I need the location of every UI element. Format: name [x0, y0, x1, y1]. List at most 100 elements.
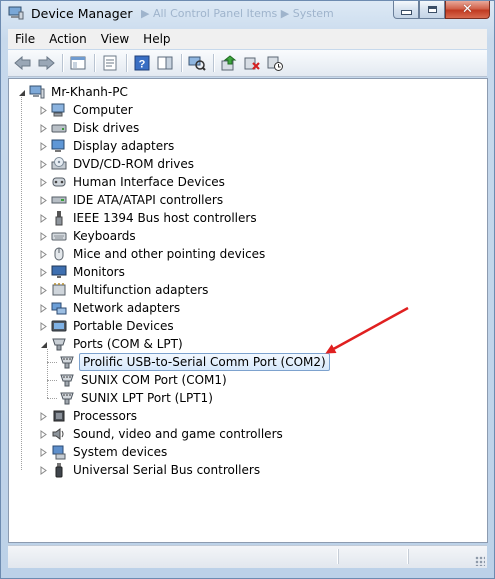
- serial-port-icon: [59, 372, 75, 388]
- toolbar-separator: [213, 54, 214, 72]
- tree-item-label: Mice and other pointing devices: [73, 247, 266, 261]
- tree-item-category[interactable]: DVD/CD-ROM drives: [39, 155, 196, 173]
- tree-item-category[interactable]: Multifunction adapters: [39, 281, 210, 299]
- tree-connector-line: [47, 398, 57, 399]
- svg-text:?: ?: [139, 59, 146, 71]
- device-tree[interactable]: Mr-Khanh-PC Computer Disk drives Display ad…: [8, 78, 488, 543]
- uninstall-button[interactable]: [241, 53, 263, 73]
- computer-icon: [51, 102, 67, 118]
- menu-file[interactable]: File: [8, 32, 42, 46]
- tree-item-label: IDE ATA/ATAPI controllers: [73, 193, 224, 207]
- serial-port-icon: [59, 354, 75, 370]
- tree-item-label: Multifunction adapters: [73, 283, 209, 297]
- collapsed-arrow-icon[interactable]: [39, 141, 48, 151]
- collapsed-arrow-icon[interactable]: [39, 177, 48, 187]
- tree-item-category[interactable]: Universal Serial Bus controllers: [39, 461, 262, 479]
- tree-root[interactable]: Mr-Khanh-PC: [17, 83, 130, 101]
- resize-grip[interactable]: [475, 556, 485, 566]
- tree-connector-line: [47, 380, 57, 381]
- back-icon: [14, 56, 31, 70]
- collapsed-arrow-icon[interactable]: [39, 267, 48, 277]
- title-bar[interactable]: Device Manager ▶ All Control Panel Items…: [1, 1, 494, 27]
- collapsed-arrow-icon[interactable]: [39, 231, 48, 241]
- tree-item-category[interactable]: Monitors: [39, 263, 127, 281]
- device-manager-window: Device Manager ▶ All Control Panel Items…: [0, 0, 495, 579]
- tree-item-category[interactable]: Mice and other pointing devices: [39, 245, 267, 263]
- toolbar-separator: [126, 54, 127, 72]
- tree-item-category[interactable]: Portable Devices: [39, 317, 176, 335]
- scan-hardware-icon: [188, 56, 206, 71]
- tree-item-port-device[interactable]: SUNIX LPT Port (LPT1): [59, 389, 215, 407]
- tree-item-category[interactable]: Display adapters: [39, 137, 176, 155]
- collapsed-arrow-icon[interactable]: [39, 249, 48, 259]
- tree-item-port-device[interactable]: Prolific USB-to-Serial Comm Port (COM2): [59, 353, 330, 371]
- minimize-button[interactable]: [393, 1, 419, 19]
- tree-connector-line: [47, 362, 57, 363]
- menu-help[interactable]: Help: [136, 32, 177, 46]
- menu-action[interactable]: Action: [42, 32, 94, 46]
- action-pane-button[interactable]: [154, 53, 176, 73]
- collapsed-arrow-icon[interactable]: [39, 105, 48, 115]
- show-hide-console-tree-button[interactable]: [67, 53, 89, 73]
- properties-icon: [103, 55, 117, 71]
- tree-item-label: Portable Devices: [73, 319, 174, 333]
- tree-item-label: Sound, video and game controllers: [73, 427, 283, 441]
- scan-hardware-button[interactable]: [186, 53, 208, 73]
- tree-item-label: Monitors: [73, 265, 125, 279]
- collapsed-arrow-icon[interactable]: [39, 447, 48, 457]
- minimize-icon: [400, 10, 412, 15]
- tree-item-category[interactable]: Network adapters: [39, 299, 182, 317]
- collapsed-arrow-icon[interactable]: [39, 429, 48, 439]
- tree-item-category[interactable]: System devices: [39, 443, 169, 461]
- tree-item-category[interactable]: Keyboards: [39, 227, 138, 245]
- properties-button[interactable]: [99, 53, 121, 73]
- tree-item-category[interactable]: Human Interface Devices: [39, 173, 227, 191]
- menu-view[interactable]: View: [94, 32, 136, 46]
- tree-item-category[interactable]: Computer: [39, 101, 135, 119]
- expanded-arrow-icon[interactable]: [39, 340, 48, 349]
- tree-item-label: Disk drives: [73, 121, 140, 135]
- back-button[interactable]: [12, 53, 34, 73]
- close-icon: ✕: [462, 2, 473, 17]
- multifunction-icon: [51, 282, 67, 298]
- usb-icon: [51, 462, 67, 478]
- tree-item-category[interactable]: Disk drives: [39, 119, 141, 137]
- disk-drive-icon: [51, 120, 67, 136]
- collapsed-arrow-icon[interactable]: [39, 213, 48, 223]
- tree-item-category[interactable]: Ports (COM & LPT): [39, 335, 185, 353]
- tree-item-label: Prolific USB-to-Serial Comm Port (COM2): [79, 353, 330, 371]
- tree-item-port-device[interactable]: SUNIX COM Port (COM1): [59, 371, 229, 389]
- tree-item-category[interactable]: IEEE 1394 Bus host controllers: [39, 209, 259, 227]
- help-button[interactable]: ?: [131, 53, 153, 73]
- forward-icon: [38, 56, 55, 70]
- status-bar: [8, 545, 487, 568]
- background-breadcrumb: ▶ All Control Panel Items ▶ System: [141, 7, 334, 20]
- update-driver-button[interactable]: [218, 53, 240, 73]
- maximize-button[interactable]: [419, 1, 445, 19]
- tree-item-category[interactable]: IDE ATA/ATAPI controllers: [39, 191, 225, 209]
- tree-item-label: DVD/CD-ROM drives: [73, 157, 195, 171]
- dvd-icon: [51, 156, 67, 172]
- tree-item-category[interactable]: Sound, video and game controllers: [39, 425, 285, 443]
- tree-item-category[interactable]: Processors: [39, 407, 139, 425]
- help-icon: ?: [134, 55, 150, 71]
- port-icon: [51, 336, 67, 352]
- collapsed-arrow-icon[interactable]: [39, 195, 48, 205]
- collapsed-arrow-icon[interactable]: [39, 465, 48, 475]
- display-adapter-icon: [51, 138, 67, 154]
- collapsed-arrow-icon[interactable]: [39, 159, 48, 169]
- expanded-arrow-icon[interactable]: [17, 88, 26, 97]
- tree-root-label: Mr-Khanh-PC: [51, 85, 128, 99]
- collapsed-arrow-icon[interactable]: [39, 285, 48, 295]
- network-adapter-icon: [51, 300, 67, 316]
- processor-icon: [51, 408, 67, 424]
- disable-button[interactable]: [264, 53, 286, 73]
- collapsed-arrow-icon[interactable]: [39, 411, 48, 421]
- collapsed-arrow-icon[interactable]: [39, 321, 48, 331]
- menu-bar: File Action View Help: [8, 29, 487, 49]
- collapsed-arrow-icon[interactable]: [39, 303, 48, 313]
- collapsed-arrow-icon[interactable]: [39, 123, 48, 133]
- forward-button[interactable]: [35, 53, 57, 73]
- show-hide-tree-icon: [70, 56, 86, 70]
- close-button[interactable]: ✕: [445, 1, 490, 19]
